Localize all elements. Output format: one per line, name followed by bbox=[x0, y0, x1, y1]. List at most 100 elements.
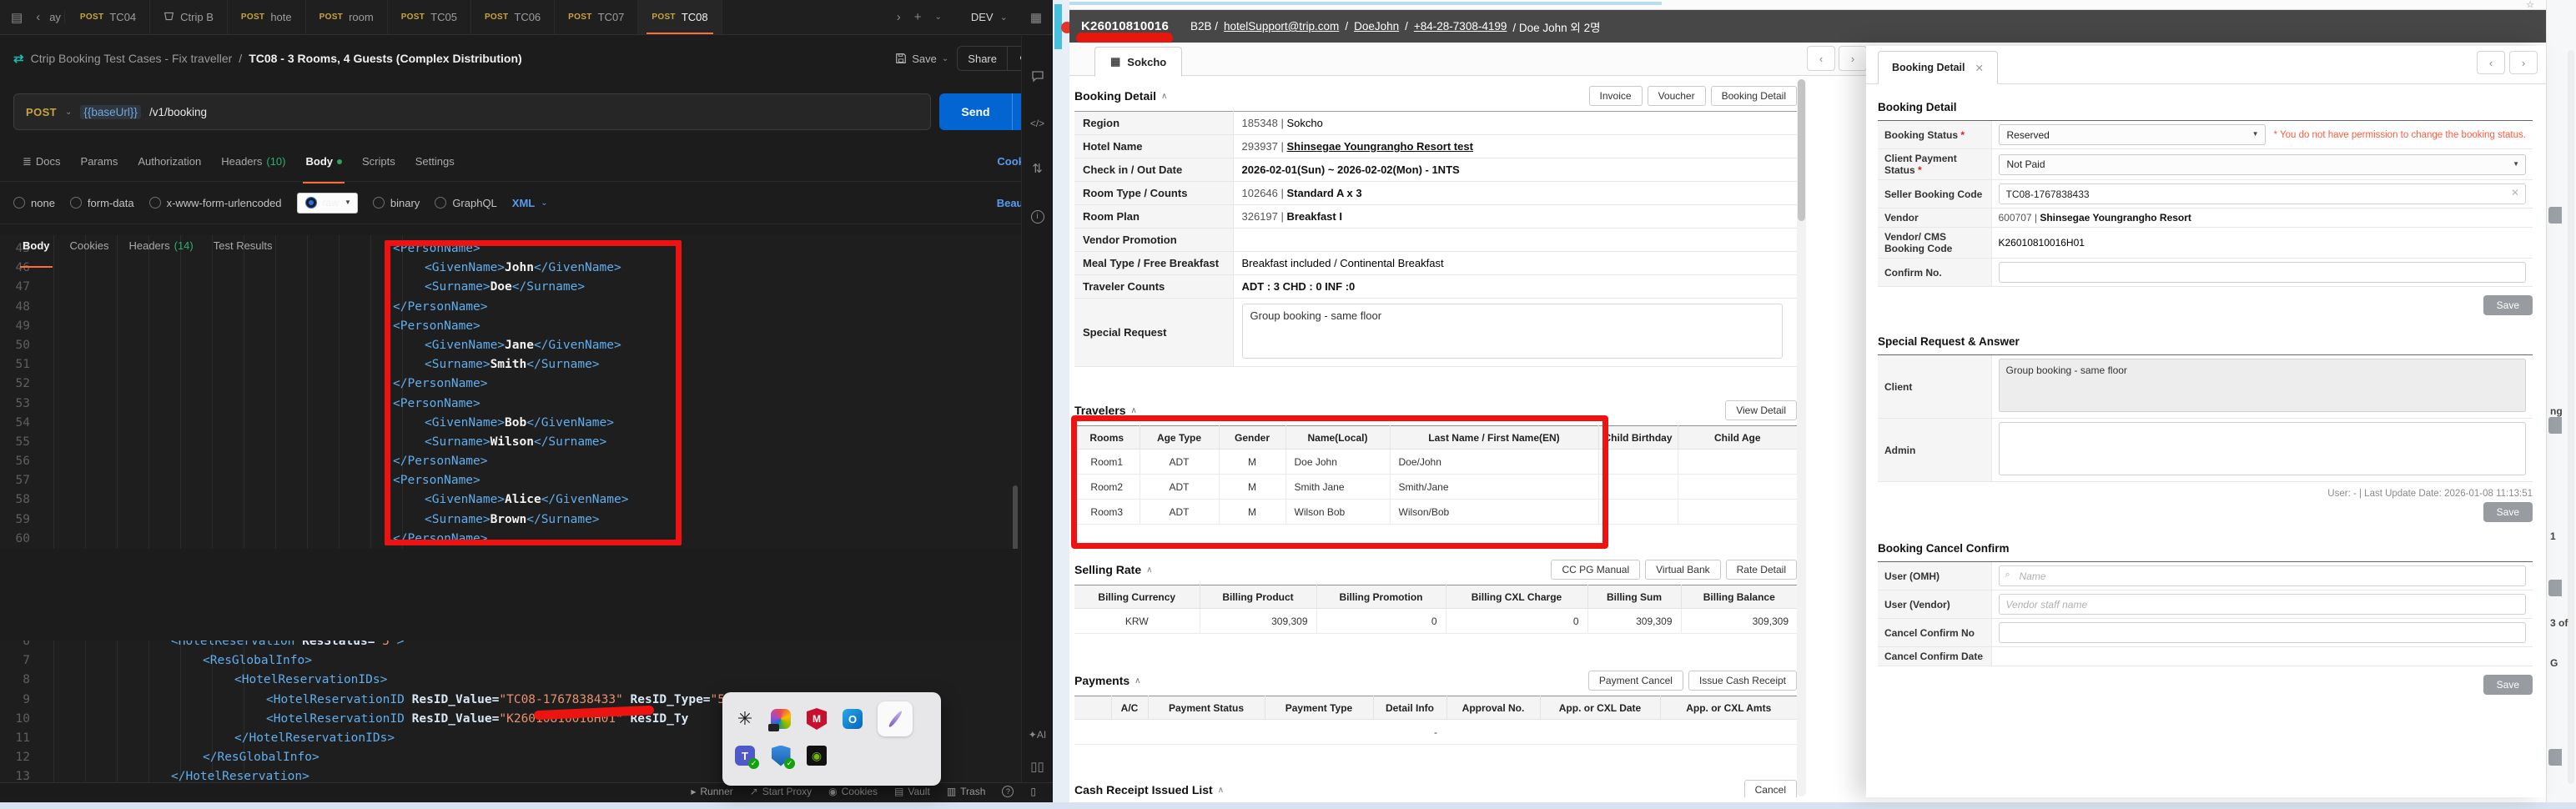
close-icon[interactable]: ✕ bbox=[1975, 62, 1984, 74]
statusbar-proxy[interactable]: ↗Start Proxy bbox=[743, 786, 818, 797]
environment-selector[interactable]: DEV⌄ bbox=[949, 11, 1023, 23]
button-voucher[interactable]: Voucher bbox=[1648, 86, 1706, 106]
statusbar-trash[interactable]: ▥Trash bbox=[940, 786, 993, 797]
response-tab-body[interactable]: Body bbox=[13, 234, 59, 257]
special-request-textarea[interactable]: Group booking - same floor bbox=[1242, 304, 1784, 359]
client-email-link[interactable]: hotelSupport@trip.com bbox=[1224, 20, 1339, 33]
url-variable[interactable]: {{baseUrl}} bbox=[80, 105, 141, 119]
body-mode-none[interactable]: none bbox=[13, 193, 55, 214]
collapse-icon[interactable]: ∧ bbox=[1161, 92, 1167, 101]
bookmark-star-icon[interactable]: ☆ bbox=[2526, 0, 2534, 10]
tab-scripts[interactable]: Scripts bbox=[353, 150, 405, 173]
method-chevron-icon[interactable]: ⌄ bbox=[65, 108, 72, 117]
collapse-icon[interactable]: ∧ bbox=[1131, 406, 1137, 415]
next-booking-button[interactable]: › bbox=[1839, 46, 1867, 71]
button-virtual-bank[interactable]: Virtual Bank bbox=[1645, 560, 1720, 580]
tray-mcafee-icon[interactable]: M bbox=[806, 708, 828, 730]
prev-booking-button[interactable]: ‹ bbox=[1807, 46, 1835, 71]
tab-authorization[interactable]: Authorization bbox=[128, 150, 210, 173]
cancel-confirm-no-input[interactable] bbox=[1999, 622, 2527, 643]
code-snippet-icon[interactable]: </> bbox=[1030, 118, 1044, 129]
request-tab[interactable]: POSTTC04 bbox=[67, 0, 150, 34]
comment-icon[interactable] bbox=[1031, 69, 1044, 86]
body-mode-GraphQL[interactable]: GraphQL bbox=[435, 193, 496, 214]
tab-body[interactable]: Body bbox=[296, 150, 351, 173]
scrollbar-thumb[interactable] bbox=[1798, 79, 1805, 221]
request-tab[interactable]: POSTTC08 bbox=[638, 0, 722, 34]
tabs-scroll-right-icon[interactable]: › bbox=[891, 10, 907, 24]
related-requests-icon[interactable]: ⇅ bbox=[1032, 161, 1043, 176]
collapse-icon[interactable]: ∧ bbox=[1218, 786, 1224, 795]
tray-winsec-icon[interactable]: ✓ bbox=[770, 745, 792, 766]
user-vendor-input[interactable] bbox=[1999, 594, 2527, 615]
request-tab[interactable]: POSTTC07 bbox=[555, 0, 638, 34]
body-language-selector[interactable]: XML ⌄ bbox=[512, 197, 548, 209]
panel-next-button[interactable]: › bbox=[2509, 51, 2538, 74]
hotel-name-link[interactable]: Shinsegae Youngrangho Resort test bbox=[1286, 140, 1472, 153]
request-tab-fragment[interactable]: ay bbox=[48, 11, 65, 23]
view-detail-button[interactable]: View Detail bbox=[1725, 400, 1797, 420]
request-tab[interactable]: POSTTC06 bbox=[471, 0, 555, 34]
method-selector[interactable]: POST bbox=[26, 106, 57, 118]
body-mode-raw[interactable]: raw bbox=[297, 193, 358, 214]
collapse-icon[interactable]: ∧ bbox=[1146, 565, 1152, 575]
sidebar-toggle-icon[interactable]: ▤ bbox=[5, 10, 28, 25]
tray-outlook-icon[interactable]: O bbox=[842, 708, 863, 730]
tab-docs[interactable]: ≣Docs bbox=[13, 150, 70, 173]
tabs-scroll-left-icon[interactable]: ‹ bbox=[30, 10, 46, 24]
button-cc-pg-manual[interactable]: CC PG Manual bbox=[1551, 560, 1640, 580]
user-omh-input[interactable] bbox=[1999, 565, 2527, 586]
request-tab[interactable]: POSThote bbox=[228, 0, 306, 34]
panel-toggle-icon[interactable]: ▯ bbox=[1024, 786, 1043, 797]
save-button[interactable]: Save ⌄ bbox=[895, 53, 948, 65]
tab-menu-icon[interactable]: ⌄ bbox=[928, 13, 947, 22]
body-mode-x-www-form-urlencoded[interactable]: x-www-form-urlencoded bbox=[149, 193, 282, 214]
ai-assistant-icon[interactable]: ✦AI bbox=[1029, 729, 1046, 741]
save-options-icon[interactable]: ⌄ bbox=[942, 54, 948, 63]
share-button[interactable]: Share bbox=[958, 48, 1007, 70]
booking-status-select[interactable]: Reserved bbox=[1999, 124, 2266, 145]
request-tab[interactable]: POSTTC05 bbox=[388, 0, 471, 34]
response-tab-cookies[interactable]: Cookies bbox=[61, 234, 118, 257]
url-input[interactable]: POST ⌄ {{baseUrl}} /v1/booking bbox=[13, 93, 931, 130]
cancel-button[interactable]: Cancel bbox=[1744, 780, 1797, 797]
button-rate-detail[interactable]: Rate Detail bbox=[1726, 560, 1797, 580]
body-mode-form-data[interactable]: form-data bbox=[70, 193, 134, 214]
request-body-editor[interactable]: 45<PersonName>46<GivenName>John</GivenNa… bbox=[0, 235, 1021, 549]
panel-tab-booking-detail[interactable]: Booking Detail ✕ bbox=[1878, 51, 1998, 84]
tab-settings[interactable]: Settings bbox=[406, 150, 464, 173]
content-scrollbar[interactable] bbox=[1797, 79, 1806, 796]
documentation-icon[interactable]: ▯▯ bbox=[1030, 759, 1044, 774]
tray-teams-icon[interactable]: T✓ bbox=[734, 745, 756, 766]
confirm-no-input[interactable] bbox=[1999, 262, 2527, 283]
url-path[interactable]: /v1/booking bbox=[149, 106, 207, 118]
button-payment-cancel[interactable]: Payment Cancel bbox=[1588, 671, 1683, 691]
clear-icon[interactable]: ✕ bbox=[2511, 187, 2519, 198]
client-name-link[interactable]: DoeJohn bbox=[1354, 20, 1399, 33]
environment-quicklook-icon[interactable]: ▦ bbox=[1024, 10, 1048, 25]
tab-sokcho[interactable]: ▦ Sokcho bbox=[1094, 47, 1182, 77]
editor-scrollbar[interactable] bbox=[1013, 485, 1018, 549]
tab-params[interactable]: Params bbox=[72, 150, 128, 173]
response-tab-headers[interactable]: Headers(14) bbox=[119, 234, 202, 257]
tab-headers[interactable]: Headers(10) bbox=[212, 150, 294, 173]
save-button-booking[interactable]: Save bbox=[2483, 295, 2533, 315]
collapse-icon[interactable]: ∧ bbox=[1135, 676, 1140, 686]
tray-nvidia-icon[interactable]: ◉ bbox=[806, 745, 828, 766]
request-tab[interactable]: Ctrip B bbox=[150, 0, 228, 34]
save-button-cancel-confirm[interactable]: Save bbox=[2483, 675, 2533, 695]
button-booking-detail[interactable]: Booking Detail bbox=[1711, 86, 1797, 106]
client-phone-link[interactable]: +84-28-7308-4199 bbox=[1414, 20, 1507, 33]
button-issue-cash-receipt[interactable]: Issue Cash Receipt bbox=[1688, 671, 1797, 691]
request-tab[interactable]: POSTroom bbox=[306, 0, 388, 34]
tray-m365-icon[interactable] bbox=[770, 708, 792, 730]
button-invoice[interactable]: Invoice bbox=[1589, 86, 1643, 106]
help-icon[interactable]: ? bbox=[995, 786, 1020, 797]
panel-prev-button[interactable]: ‹ bbox=[2477, 51, 2505, 74]
new-tab-icon[interactable]: + bbox=[908, 10, 928, 24]
seller-booking-code-input[interactable] bbox=[1999, 183, 2527, 204]
send-button[interactable]: Send bbox=[939, 93, 1011, 130]
save-button-special-request[interactable]: Save bbox=[2483, 502, 2533, 522]
statusbar-runner[interactable]: ▸Runner bbox=[684, 786, 739, 797]
breadcrumb-collection[interactable]: Ctrip Booking Test Cases - Fix traveller bbox=[31, 52, 233, 65]
